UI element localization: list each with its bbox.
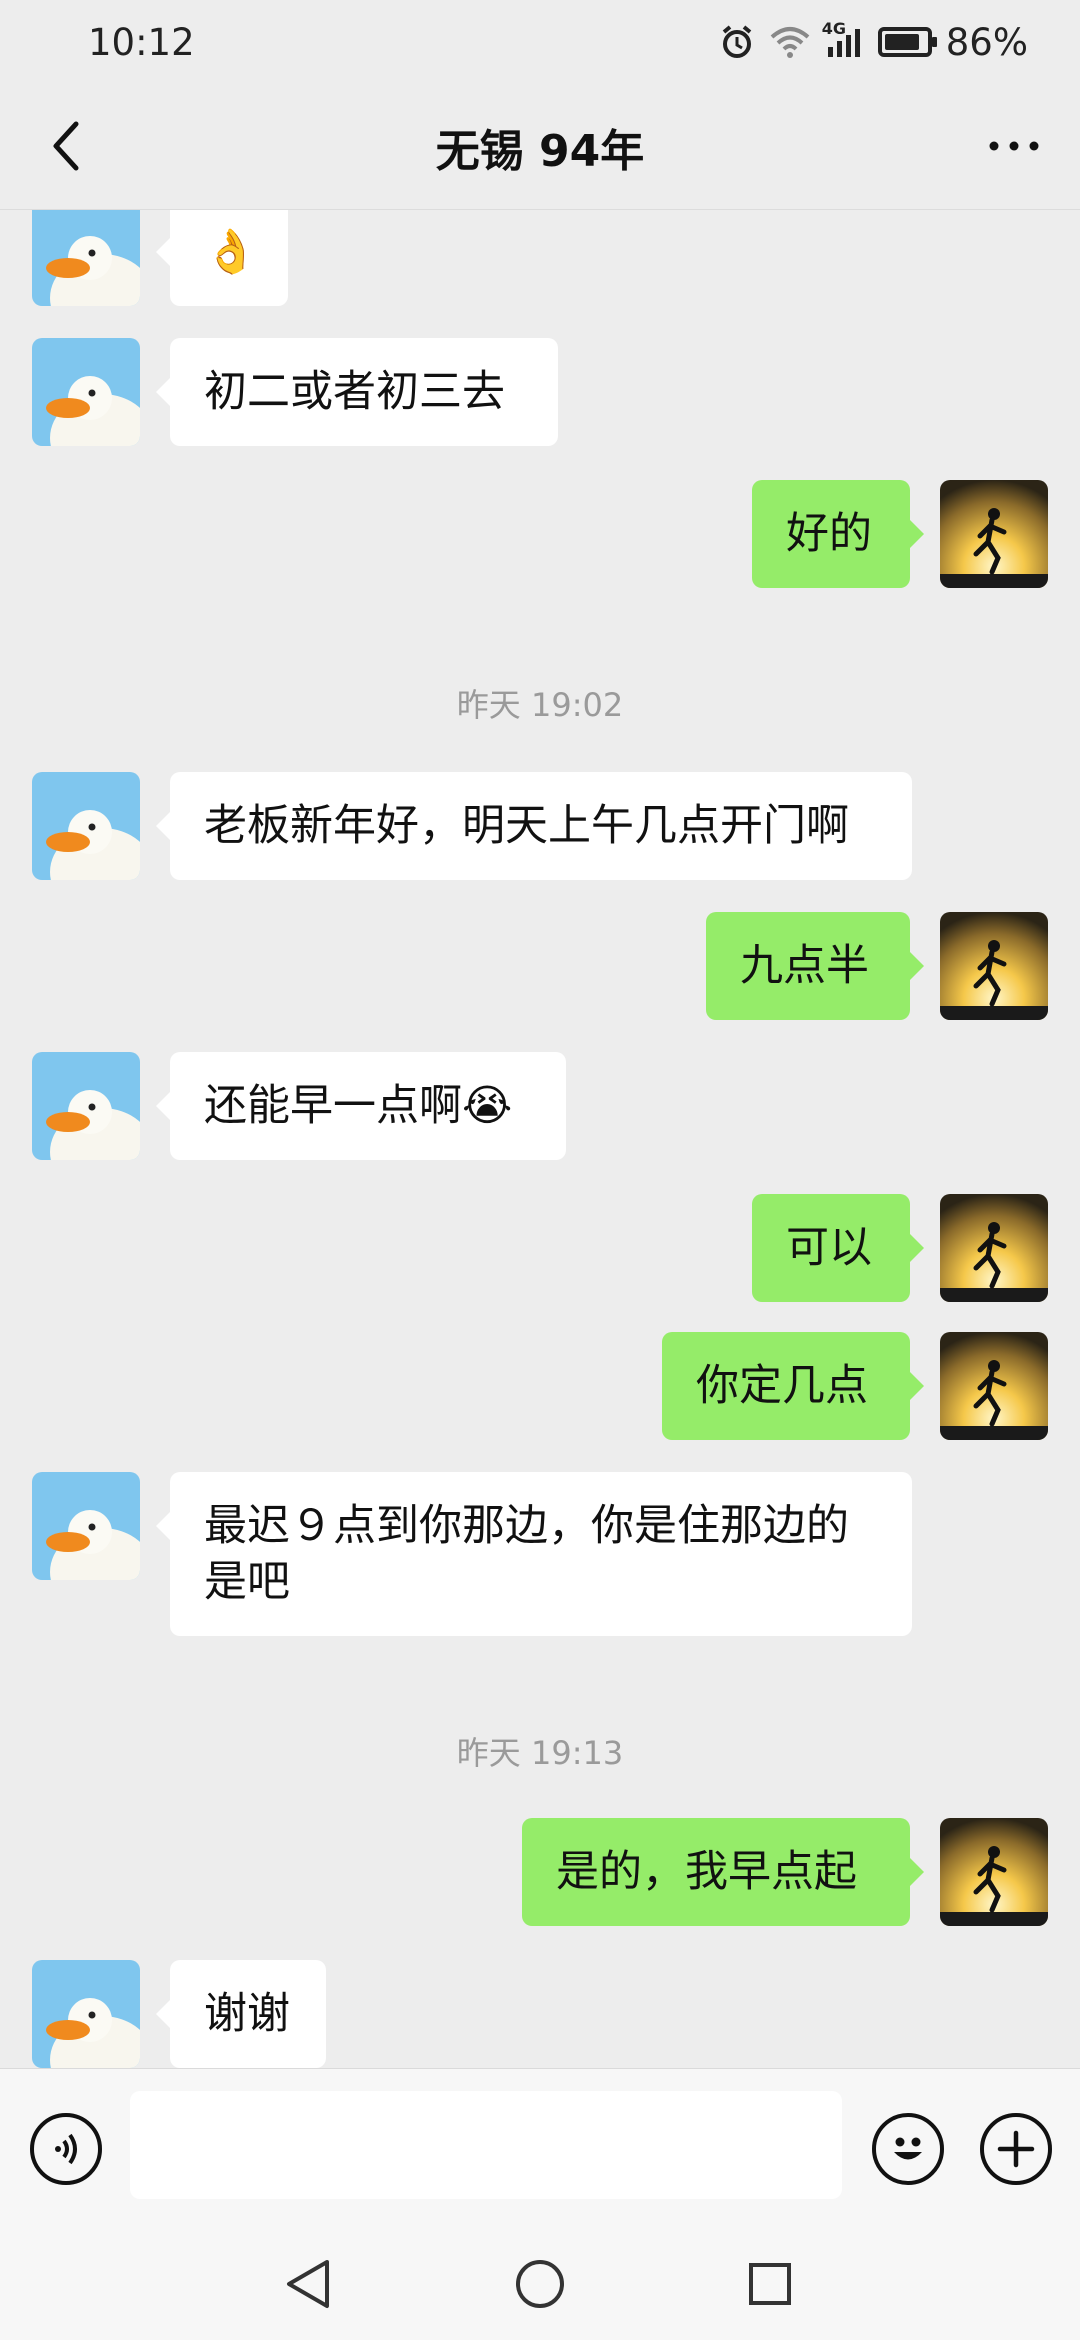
- chat-header: 无锡 94年: [0, 84, 1080, 210]
- timestamp-divider: 昨天 19:13: [456, 1734, 624, 1772]
- back-button[interactable]: [34, 114, 98, 178]
- system-navigation-bar: [0, 2228, 1080, 2340]
- emoji-button[interactable]: [872, 2113, 944, 2185]
- message-list[interactable]: 👌 初二或者初三去好的昨天 19:02 老板新年好，明天上午几点开门啊九点半还能早一…: [0, 210, 1080, 2068]
- received-message-bubble[interactable]: 谢谢: [156, 1960, 326, 2068]
- received-message-bubble[interactable]: 最迟９点到你那边，你是住那边的 是吧: [156, 1472, 912, 1636]
- status-bar: 10:12 4G 86%: [0, 0, 1080, 84]
- sent-message-bubble[interactable]: 你定几点: [662, 1332, 924, 1440]
- sent-message-bubble[interactable]: 是的，我早点起: [522, 1818, 924, 1926]
- my-avatar[interactable]: [940, 912, 1048, 1020]
- received-message-row: 老板新年好，明天上午几点开门啊: [0, 772, 1080, 880]
- battery-level-fill: [884, 34, 919, 50]
- received-message-bubble[interactable]: 初二或者初三去: [156, 338, 558, 446]
- voice-button[interactable]: [30, 2113, 102, 2185]
- received-message-row: 初二或者初三去: [0, 338, 1080, 446]
- received-message-row: 谢谢: [0, 1960, 1080, 2068]
- plus-icon: [997, 2130, 1035, 2168]
- received-message-bubble[interactable]: 老板新年好，明天上午几点开门啊: [156, 772, 912, 880]
- nav-back-icon: [287, 2260, 329, 2308]
- received-message-row: 最迟９点到你那边，你是住那边的 是吧: [0, 1472, 1080, 1636]
- sent-message-bubble[interactable]: 九点半: [706, 912, 924, 1020]
- contact-avatar[interactable]: [32, 1960, 140, 2068]
- received-message-row: 👌: [0, 210, 1080, 306]
- network-type-label: 4G: [821, 19, 847, 38]
- alarm-icon: [718, 23, 756, 61]
- received-message-row: 还能早一点啊😭: [0, 1052, 1080, 1160]
- received-message-bubble[interactable]: 还能早一点啊😭: [156, 1052, 566, 1160]
- my-avatar[interactable]: [940, 1194, 1048, 1302]
- sent-message-row: 可以: [0, 1194, 1080, 1302]
- sent-message-row: 好的: [0, 480, 1080, 588]
- contact-avatar[interactable]: [32, 338, 140, 446]
- contact-avatar[interactable]: [32, 1052, 140, 1160]
- sent-message-bubble[interactable]: 好的: [752, 480, 924, 588]
- nav-back-button[interactable]: [270, 2246, 346, 2322]
- chevron-left-icon: [53, 121, 79, 171]
- battery-percent: 86%: [945, 20, 1028, 64]
- sent-message-row: 九点半: [0, 912, 1080, 1020]
- more-options-button[interactable]: [982, 114, 1046, 178]
- input-bar: [0, 2068, 1080, 2228]
- contact-avatar[interactable]: [32, 1472, 140, 1580]
- emoji-icon: [894, 2137, 922, 2160]
- received-message-bubble[interactable]: 👌: [156, 210, 288, 306]
- sent-message-row: 是的，我早点起: [0, 1818, 1080, 1926]
- cellular-signal-icon: 4G: [822, 19, 864, 59]
- chat-title: 无锡 94年: [435, 125, 645, 177]
- my-avatar[interactable]: [940, 480, 1048, 588]
- more-functions-button[interactable]: [980, 2113, 1052, 2185]
- wifi-icon: [770, 25, 810, 59]
- my-avatar[interactable]: [940, 1332, 1048, 1440]
- my-avatar[interactable]: [940, 1818, 1048, 1926]
- more-dots-icon: [989, 141, 1039, 151]
- status-time: 10:12: [88, 20, 195, 64]
- nav-recents-button[interactable]: [732, 2246, 808, 2322]
- nav-home-button[interactable]: [502, 2246, 578, 2322]
- sent-message-bubble[interactable]: 可以: [752, 1194, 924, 1302]
- status-icons: 4G 86%: [718, 19, 1028, 64]
- voice-icon: [55, 2133, 77, 2165]
- timestamp-divider: 昨天 19:02: [456, 686, 624, 724]
- nav-recents-icon: [749, 2263, 791, 2305]
- contact-avatar[interactable]: [32, 772, 140, 880]
- battery-icon: [877, 27, 937, 57]
- nav-home-icon: [516, 2260, 564, 2308]
- message-input[interactable]: [130, 2091, 842, 2199]
- contact-avatar[interactable]: [32, 210, 140, 306]
- sent-message-row: 你定几点: [0, 1332, 1080, 1440]
